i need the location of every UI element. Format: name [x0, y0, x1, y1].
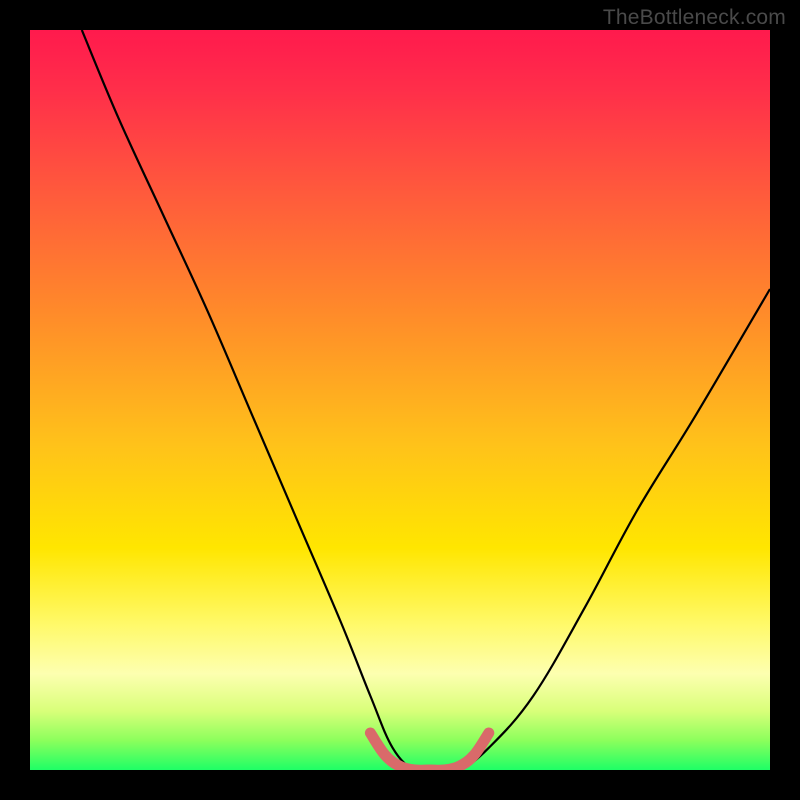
- bottleneck-curve: [82, 30, 770, 770]
- watermark-text: TheBottleneck.com: [603, 6, 786, 30]
- plot-area: [30, 30, 770, 770]
- chart-frame: TheBottleneck.com: [0, 0, 800, 800]
- chart-svg: [30, 30, 770, 770]
